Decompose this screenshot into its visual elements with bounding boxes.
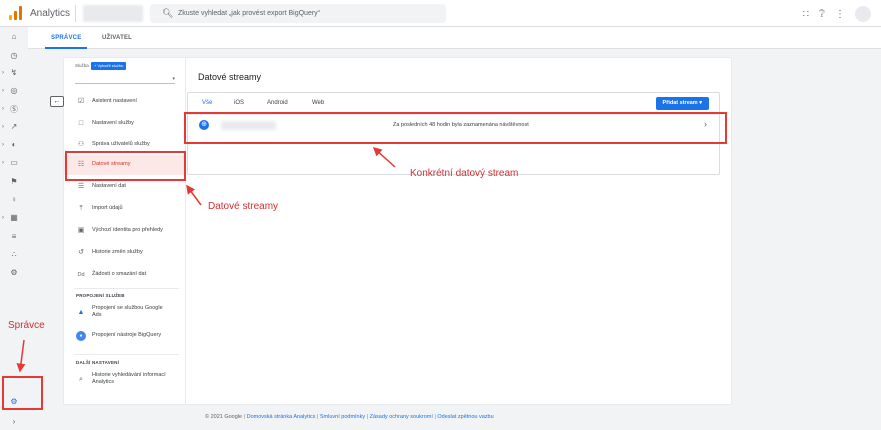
footer-link-terms[interactable]: Smluvní podmínky [320,414,365,420]
database-icon: ☰ [77,183,85,190]
highlight-stream-row [184,112,727,144]
search-history-icon: ⌕ [79,376,83,383]
collapse-rail-icon[interactable]: › [4,417,24,429]
bigquery-icon: ● [76,331,86,341]
highlight-admin-gear [2,376,43,410]
footer: © 2021 Google | Domovská stránka Analyti… [205,414,494,420]
history-icon: ↺ [78,249,84,256]
footer-link-privacy[interactable]: Zásady ochrany soukromí [370,414,433,420]
divider [74,354,179,355]
acquisition-icon[interactable]: ↯ [4,68,24,80]
tech-icon[interactable]: ▭ [4,158,24,170]
checkbox-icon: ☑ [77,98,85,105]
section-title-links: PROPOJENÍ SLUŽEB [76,293,125,298]
dd-icon: Dd [77,272,85,278]
filter-ios[interactable]: iOS [234,100,244,106]
highlight-data-streams-nav [65,151,186,181]
property-card: Služba + Vytvořit službu ▾ ← ☑ Asistent … [50,57,732,405]
debug-icon[interactable]: ⚙ [4,268,24,280]
filter-web[interactable]: Web [312,100,324,106]
footer-link-home[interactable]: Domovská stránka Analytics [247,414,316,420]
analytics-logo[interactable] [9,6,23,20]
filter-all[interactable]: Vše [202,100,212,106]
app-title: Analytics [30,8,71,19]
create-property-button[interactable]: + Vytvořit službu [91,62,127,70]
caret-down-icon: ▾ [172,76,175,82]
search-icon: 🔍︎ [162,8,174,18]
copyright: © 2021 Google [205,414,243,420]
conversions-icon[interactable]: ♀ [4,195,24,207]
monetization-icon[interactable]: Ⓢ [4,104,24,116]
account-selector[interactable] [83,5,143,22]
home-icon[interactable]: ⌂ [4,32,24,44]
tab-admin[interactable]: SPRÁVCE [44,35,88,49]
events-icon[interactable]: ⚑ [4,177,24,189]
divider [74,288,179,289]
more-vert-icon[interactable]: ⋮ [835,9,845,20]
settings-page-icon: □ [78,120,84,127]
property-label: Služba [75,63,89,68]
search-bar[interactable]: 🔍︎ Zkuste vyhledat „jak provést export B… [150,4,446,23]
top-right-icons: ∷ ❔︎ ⋮ [803,6,871,22]
google-ads-icon: ▲ [77,309,85,316]
divider [75,5,76,22]
filter-android[interactable]: Android [267,100,288,106]
section-title-more: DALŠÍ NASTAVENÍ [76,360,120,365]
people-icon: ⚇ [77,141,85,148]
page-title: Datové streamy [198,72,262,82]
property-nav: Služba + Vytvořit službu ▾ ← ☑ Asistent … [50,58,186,404]
back-arrow-button[interactable]: ← [50,96,64,107]
nav-item-search-history[interactable]: ⌕ Historie vyhledávání informací Analyti… [64,370,186,390]
explore-icon[interactable]: ▦ [4,213,24,225]
audiences-icon[interactable]: ≡ [4,232,24,244]
demographics-icon[interactable]: ◐ [4,140,24,152]
left-rail: ⌂ ◷ › ↯ › ◎ › Ⓢ › ↗ › ◐ › ▭ ⚑ ♀ › ▦ ≡ ∴ … [0,27,28,430]
help-icon[interactable]: ❔︎ [819,9,825,20]
annotation-admin: Správce [8,320,45,331]
engagement-icon[interactable]: ◎ [4,86,24,98]
annotation-data-streams: Datové streamy [208,201,279,212]
nav-item-change-history[interactable]: ↺ Historie změn služby [64,243,186,263]
nav-item-reporting-identity[interactable]: ▣ Výchozí identita pro přehledy [64,221,186,241]
nav-item-bigquery-link[interactable]: ● Propojení nástroje BigQuery [64,326,186,346]
nav-item-setup-assistant[interactable]: ☑ Asistent nastavení [64,92,186,112]
configure-icon[interactable]: ∴ [4,250,24,262]
tab-user[interactable]: UŽIVATEL [102,35,132,41]
footer-link-feedback[interactable]: Odeslat zpětnou vazbu [437,414,493,420]
realtime-icon[interactable]: ◷ [4,51,24,63]
nav-item-data-deletion[interactable]: Dd Žádosti o smazání dat [64,265,186,285]
identity-icon: ▣ [77,227,85,234]
retention-icon[interactable]: ↗ [4,122,24,134]
nav-item-data-import[interactable]: ⤒ Import údajů [64,199,186,219]
nav-item-property-settings[interactable]: □ Nastavení služby [64,114,186,134]
property-selector[interactable]: ▾ [75,75,175,84]
avatar[interactable] [855,6,871,22]
add-stream-button[interactable]: Přidat stream ▾ [655,97,709,110]
upload-icon: ⤒ [79,205,83,212]
search-placeholder: Zkuste vyhledat „jak provést export BigQ… [178,10,321,17]
apps-icon[interactable]: ∷ [803,9,809,20]
annotation-stream: Konkrétní datový stream [410,168,519,179]
top-bar: Analytics 🔍︎ Zkuste vyhledat „jak provés… [0,0,881,27]
admin-tabs: SPRÁVCE UŽIVATEL [28,27,881,49]
nav-item-google-ads-link[interactable]: ▲ Propojení se službou Google Ads [64,303,186,323]
